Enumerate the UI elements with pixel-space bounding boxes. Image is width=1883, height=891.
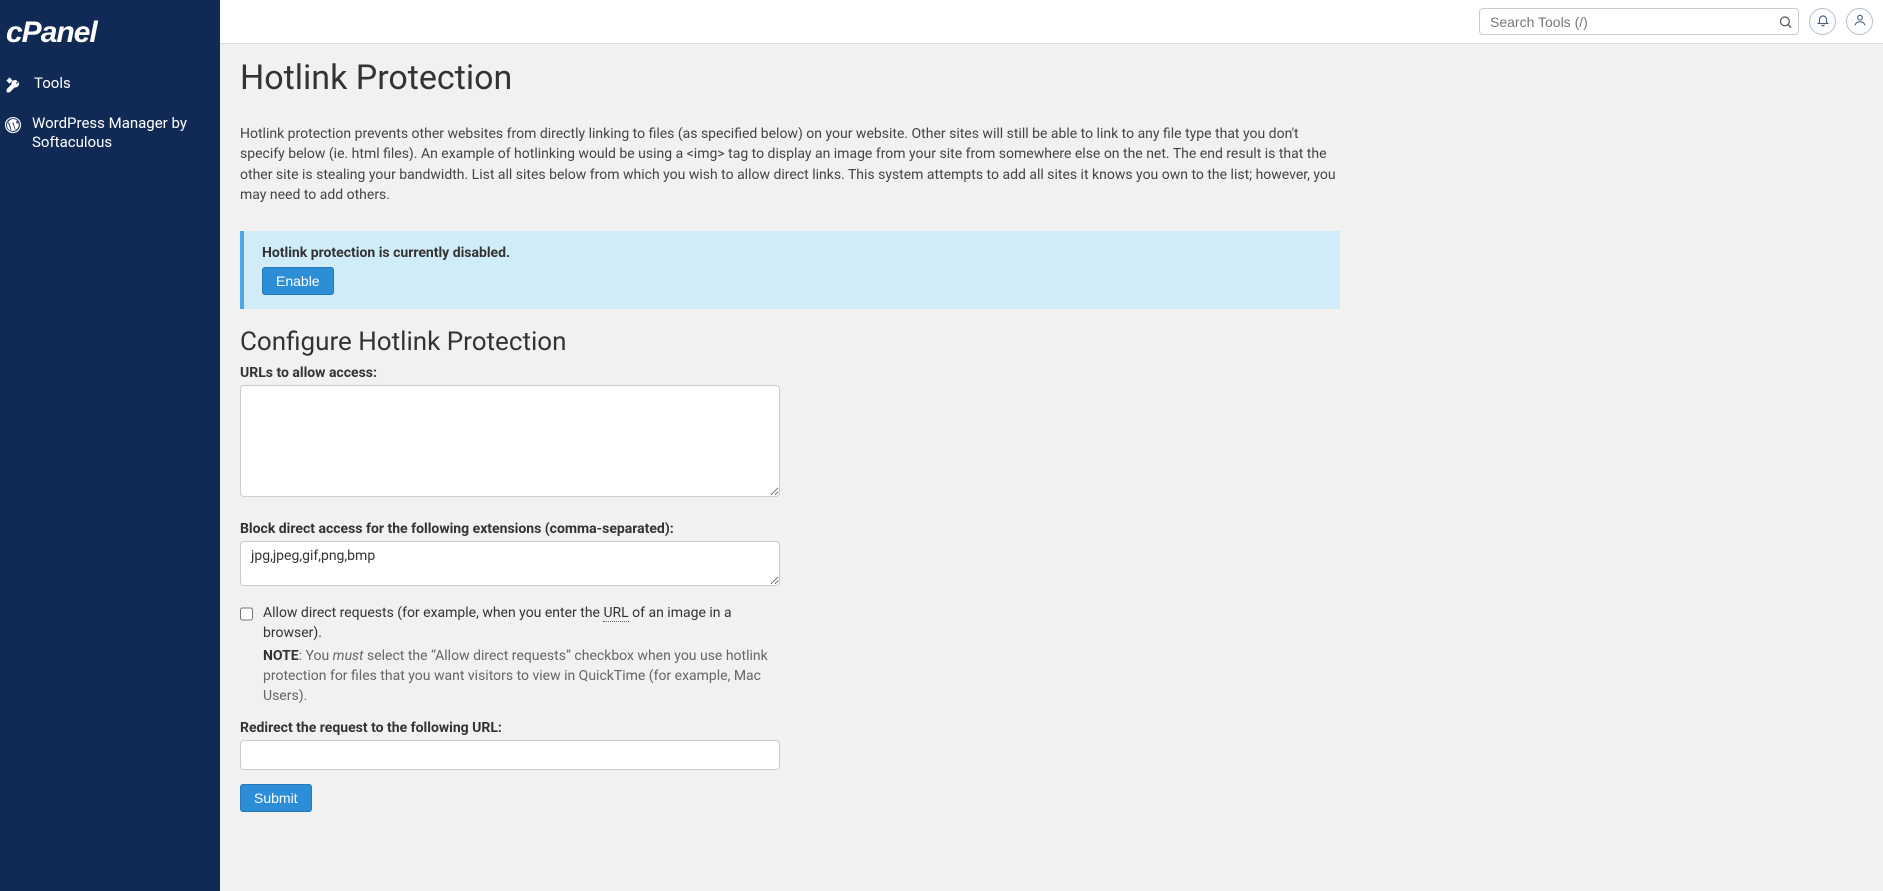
allow-direct-checkbox[interactable] (240, 607, 253, 621)
search-wrapper (1479, 8, 1799, 35)
sidebar: cPanel Tools WordPress Manager by Softac… (0, 0, 220, 891)
submit-button[interactable]: Submit (240, 784, 312, 812)
alert-message: Hotlink protection is currently disabled… (262, 245, 1322, 261)
urls-allow-input[interactable] (240, 385, 780, 497)
page-title: Hotlink Protection (240, 58, 1863, 98)
brand-logo[interactable]: cPanel (0, 6, 220, 64)
wordpress-icon (4, 114, 22, 134)
configure-heading: Configure Hotlink Protection (240, 327, 1863, 357)
bell-icon (1816, 13, 1830, 31)
allow-direct-label[interactable]: Allow direct requests (for example, when… (263, 605, 732, 641)
content-area: Hotlink Protection Hotlink protection pr… (220, 44, 1883, 832)
sidebar-item-wordpress[interactable]: WordPress Manager by Softaculous (0, 104, 220, 162)
status-alert: Hotlink protection is currently disabled… (240, 231, 1340, 309)
search-input[interactable] (1479, 8, 1799, 35)
block-ext-input[interactable] (240, 541, 780, 586)
url-abbr: URL (603, 605, 628, 622)
intro-text: Hotlink protection prevents other websit… (240, 124, 1340, 205)
enable-button[interactable]: Enable (262, 267, 334, 295)
brand-logo-text: cPanel (6, 16, 97, 49)
sidebar-item-label: WordPress Manager by Softaculous (32, 114, 216, 152)
sidebar-item-label: Tools (34, 74, 71, 93)
redirect-label: Redirect the request to the following UR… (240, 720, 780, 736)
notifications-button[interactable] (1809, 8, 1836, 35)
redirect-url-input[interactable] (240, 740, 780, 770)
tools-icon (4, 74, 24, 94)
block-ext-label: Block direct access for the following ex… (240, 521, 780, 537)
account-button[interactable] (1846, 8, 1873, 35)
topbar (220, 0, 1883, 44)
search-icon[interactable] (1778, 14, 1793, 29)
urls-allow-label: URLs to allow access: (240, 365, 780, 381)
allow-direct-note: NOTE: You must select the “Allow direct … (263, 647, 780, 706)
sidebar-item-tools[interactable]: Tools (0, 64, 220, 104)
allow-direct-row: Allow direct requests (for example, when… (240, 604, 780, 706)
user-icon (1853, 13, 1867, 31)
